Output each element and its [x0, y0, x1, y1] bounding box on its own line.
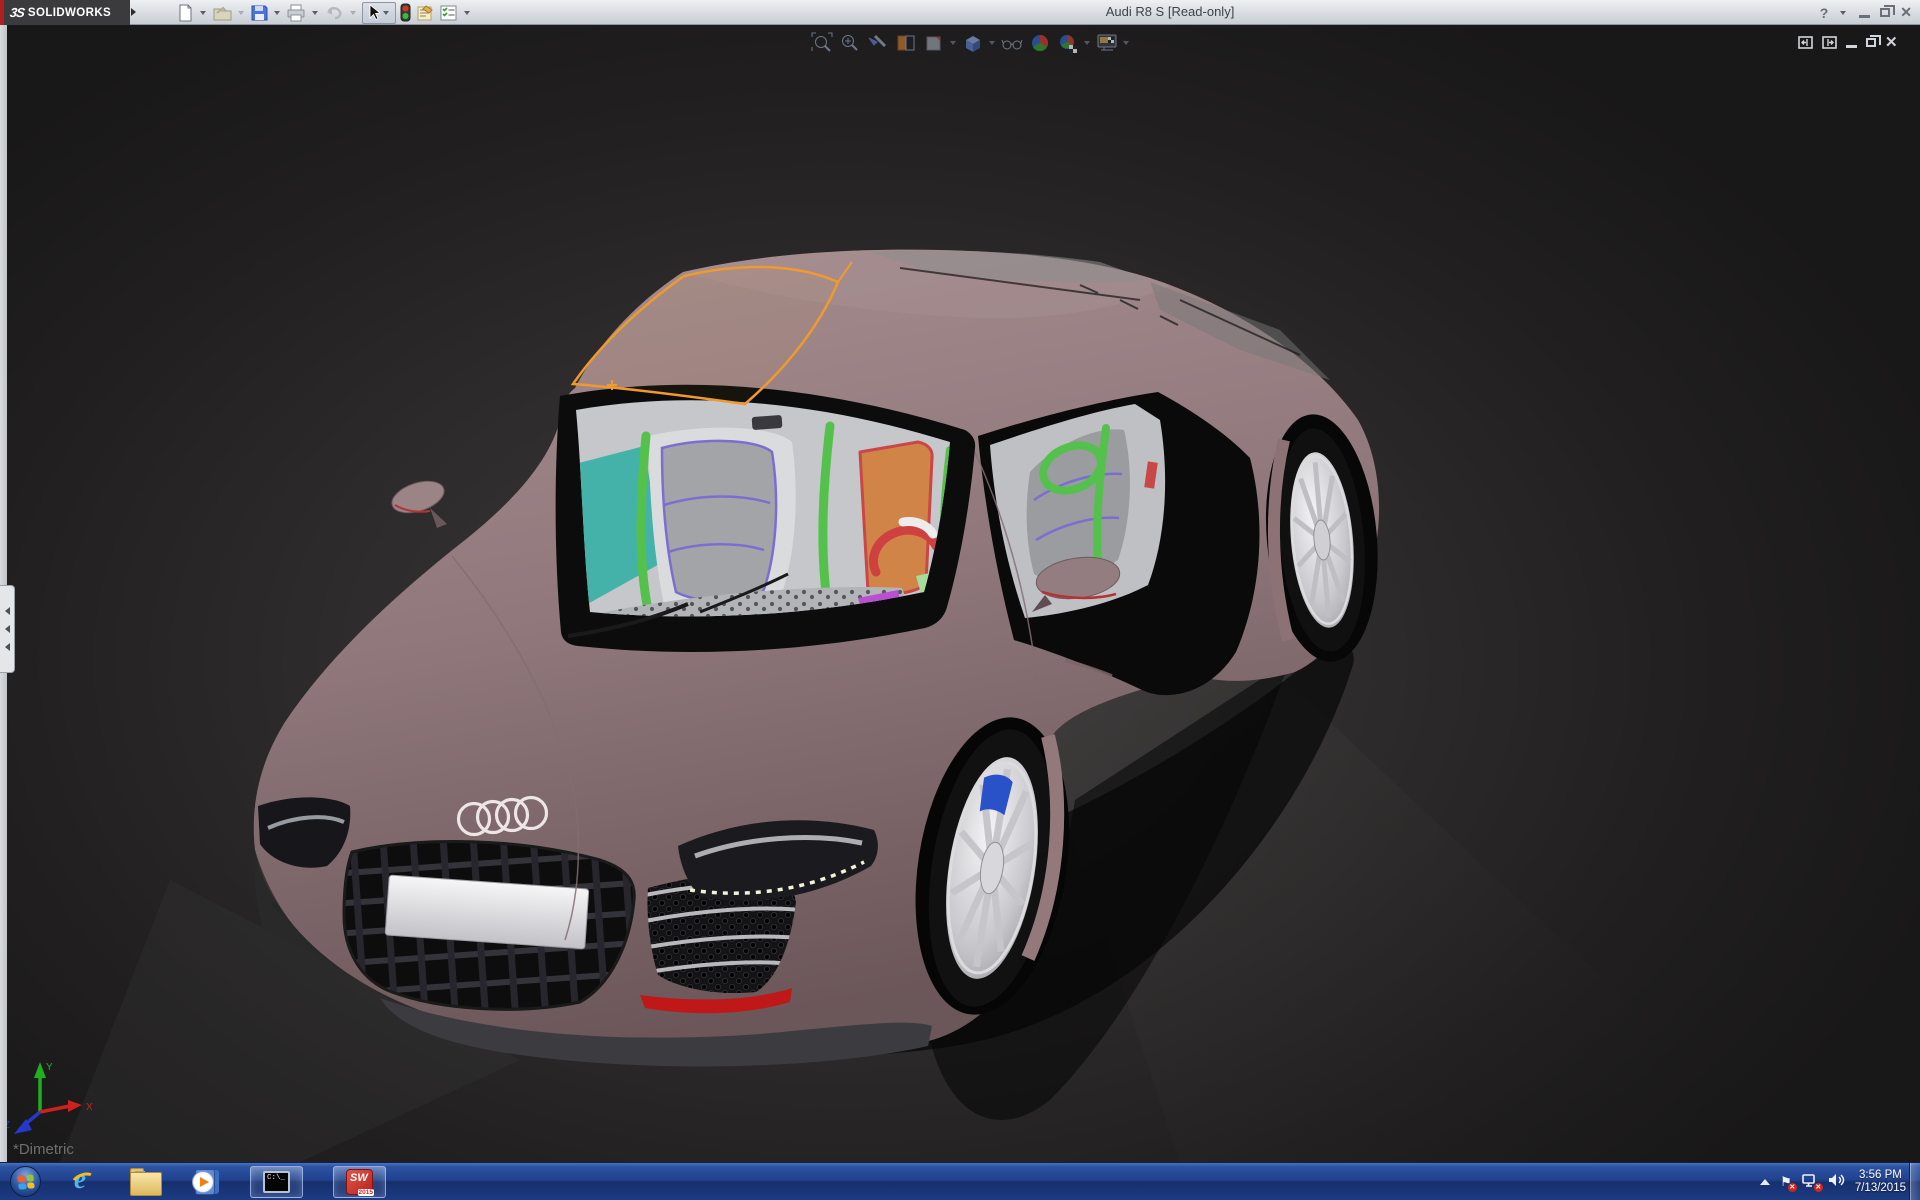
zoom-to-fit-button[interactable] [810, 31, 833, 54]
rebuild-button[interactable] [399, 2, 412, 24]
start-button[interactable] [10, 1166, 41, 1197]
view-orientation-caret[interactable] [989, 40, 995, 45]
action-center-icon[interactable]: ⚑ ✕ [1780, 1174, 1797, 1192]
hide-show-items-button[interactable] [1000, 31, 1023, 54]
open-document-button[interactable] [212, 2, 233, 24]
apply-scene-button[interactable] [1056, 31, 1079, 54]
print-dropdown-caret[interactable] [312, 10, 318, 15]
open-folder-icon [213, 6, 232, 20]
select-cursor-icon [369, 4, 381, 21]
headsup-view-toolbar [810, 31, 1129, 54]
rebuild-traffic-light-icon [400, 3, 411, 22]
save-floppy-icon [251, 5, 268, 20]
zoom-to-area-button[interactable] [838, 31, 861, 54]
file-properties-button[interactable] [415, 2, 436, 24]
windows-taskbar: e C:\_ SW 2015 ⚑ ✕ ✕ 3:56 PM 7/13/2015 [0, 1162, 1920, 1200]
printer-icon [287, 4, 305, 21]
solidworks-window: 3S SOLIDWORKS Audi R8 S [Read-only] ? ✕ … [0, 0, 1920, 1200]
undo-arrow-icon [327, 6, 342, 19]
tray-time: 3:56 PM [1859, 1169, 1902, 1181]
main-toolbar [176, 1, 473, 24]
show-desktop-button[interactable] [1909, 1163, 1920, 1200]
doc-close-button[interactable]: ✕ [1885, 33, 1898, 51]
tray-date: 7/13/2015 [1854, 1182, 1906, 1194]
titlebar: 3S SOLIDWORKS Audi R8 S [Read-only] ? ✕ [0, 0, 1920, 25]
network-status-icon[interactable]: ✕ [1802, 1174, 1823, 1192]
split-pane-left-icon[interactable] [1798, 35, 1813, 49]
expand-arrow-icon [4, 625, 10, 633]
save-dropdown-caret[interactable] [274, 10, 280, 15]
logo-red-stripe [0, 0, 4, 25]
app-restore-button[interactable] [1880, 5, 1896, 17]
new-dropdown-caret[interactable] [200, 10, 206, 15]
internet-explorer-button[interactable]: e [68, 1164, 100, 1197]
save-button[interactable] [250, 2, 269, 24]
graphics-viewport[interactable]: Y X Z ✕ *Dimetric [0, 25, 1920, 1162]
edit-appearance-button[interactable] [1028, 31, 1051, 54]
new-document-button[interactable] [176, 2, 195, 24]
annotation-views-caret[interactable] [950, 40, 956, 45]
system-tray: ⚑ ✕ ✕ 3:56 PM 7/13/2015 [1760, 1163, 1906, 1200]
windows-flag-icon [16, 1173, 35, 1190]
left-side-mirror[interactable] [388, 475, 448, 528]
car-model-scene[interactable]: Y X Z [0, 25, 1920, 1162]
brand-name: SOLIDWORKS [27, 6, 112, 19]
show-hidden-icons-button[interactable] [1760, 1179, 1771, 1185]
select-dropdown-caret[interactable] [383, 10, 389, 15]
volume-icon[interactable] [1828, 1173, 1845, 1192]
options-dropdown-caret[interactable] [464, 10, 470, 15]
solidworks-2015-icon: SW 2015 [346, 1169, 374, 1196]
view-settings-button[interactable] [1095, 31, 1118, 54]
media-player-button[interactable] [192, 1168, 220, 1196]
annotation-views-button[interactable] [922, 31, 945, 54]
front-grille[interactable] [342, 840, 636, 1011]
file-properties-icon [417, 4, 433, 20]
app-minimize-button[interactable] [1859, 15, 1871, 18]
logo-3s-glyph: 3S [8, 5, 25, 20]
command-prompt-button[interactable]: C:\_ [250, 1166, 303, 1198]
expand-arrow-icon [4, 607, 10, 615]
view-orientation-label: *Dimetric [13, 1141, 74, 1158]
triad-x-label: X [86, 1102, 93, 1113]
section-view-button[interactable] [894, 31, 917, 54]
options-button[interactable] [439, 2, 459, 24]
doc-minimize-button[interactable] [1846, 45, 1857, 48]
view-settings-caret[interactable] [1123, 40, 1129, 45]
solidworks-logo: 3S SOLIDWORKS [0, 0, 130, 25]
options-checklist-icon [440, 5, 457, 20]
undo-button[interactable] [324, 2, 345, 24]
split-pane-right-icon[interactable] [1822, 35, 1837, 49]
taskbar-clock[interactable]: 3:56 PM 7/13/2015 [1855, 1169, 1906, 1195]
featuremanager-splitter[interactable] [0, 25, 15, 1162]
app-close-button[interactable]: ✕ [1900, 4, 1912, 21]
solidworks-taskbar-button[interactable]: SW 2015 [333, 1166, 386, 1198]
undo-dropdown-caret[interactable] [350, 10, 356, 15]
document-window-controls: ✕ [1798, 33, 1898, 51]
featuremanager-expand-tab[interactable] [0, 585, 15, 673]
document-title: Audi R8 S [Read-only] [1105, 4, 1235, 19]
new-document-icon [179, 4, 192, 21]
apply-scene-caret[interactable] [1084, 40, 1090, 45]
window-controls: ? ✕ [1820, 0, 1912, 25]
expand-arrow-icon [4, 643, 10, 651]
help-dropdown-caret[interactable] [1840, 10, 1847, 15]
triad-y-label: Y [46, 1062, 53, 1073]
previous-view-button[interactable] [866, 31, 889, 54]
menu-expand-arrow-icon[interactable] [131, 8, 136, 16]
file-explorer-button[interactable] [130, 1167, 162, 1196]
help-button[interactable]: ? [1820, 5, 1829, 21]
view-orientation-button[interactable] [961, 31, 984, 54]
doc-restore-button[interactable] [1866, 34, 1881, 47]
folder-icon [130, 1171, 162, 1196]
open-dropdown-caret[interactable] [238, 10, 244, 15]
print-button[interactable] [286, 2, 307, 24]
select-tool-button[interactable] [362, 1, 396, 24]
command-prompt-icon: C:\_ [263, 1171, 290, 1193]
